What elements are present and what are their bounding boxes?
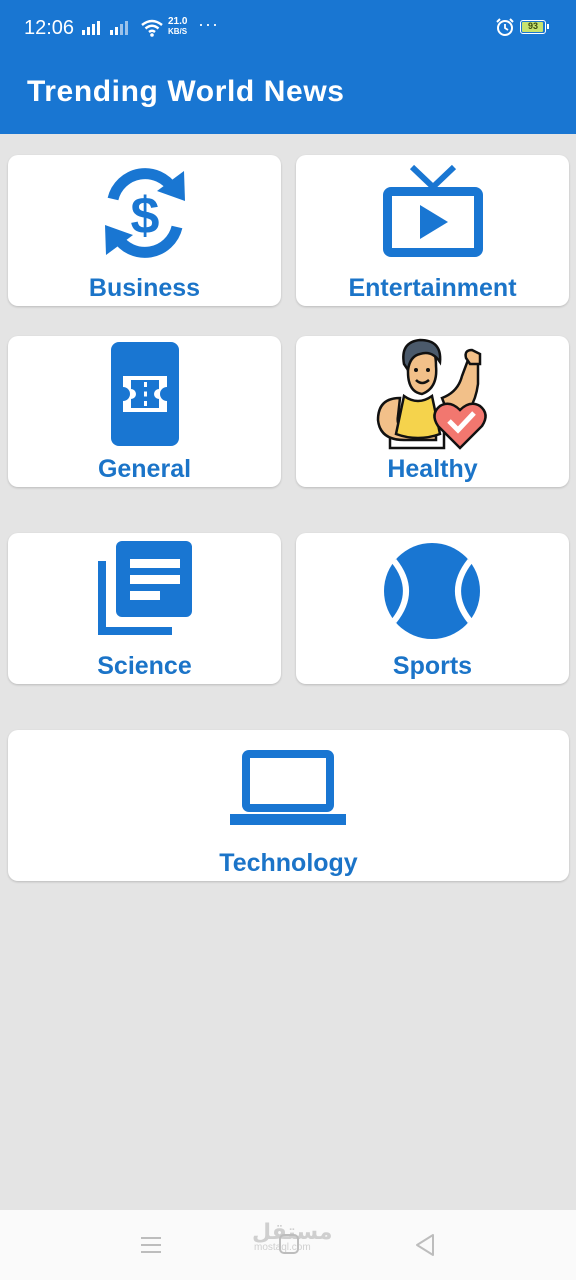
category-card-entertainment[interactable]: Entertainment — [296, 155, 569, 306]
menu-icon[interactable] — [140, 1235, 162, 1255]
category-label: Business — [88, 274, 201, 302]
tennis-ball-icon — [384, 543, 480, 639]
app-bar: Trending World News — [0, 58, 576, 134]
library-books-icon — [98, 541, 192, 635]
category-card-sports[interactable]: Sports — [296, 533, 569, 684]
category-card-technology[interactable]: Technology — [8, 730, 569, 881]
category-label: Technology — [219, 849, 358, 877]
category-card-healthy[interactable]: Healthy — [296, 336, 569, 487]
more-indicator: ··· — [198, 14, 219, 34]
wifi-icon — [141, 19, 163, 37]
back-icon[interactable] — [414, 1233, 436, 1257]
category-label: Entertainment — [348, 274, 517, 302]
fitness-person-icon — [376, 338, 487, 450]
status-time: 12:06 — [24, 17, 75, 39]
category-card-general[interactable]: General — [8, 336, 281, 487]
ticket-phone-icon — [111, 342, 179, 446]
category-card-business[interactable]: $ Business — [8, 155, 281, 306]
network-speed-value: 21.0 — [168, 16, 188, 27]
laptop-icon — [230, 750, 346, 825]
battery-level: 93 — [527, 21, 538, 31]
category-label: Healthy — [387, 455, 478, 483]
signal-icon — [82, 21, 128, 35]
tv-icon — [383, 164, 483, 257]
currency-exchange-icon: $ — [105, 168, 185, 258]
status-bar: 12:06 21.0 KB/S ··· 93 — [0, 0, 576, 58]
category-label: Sports — [392, 652, 473, 680]
network-speed-unit: KB/S — [168, 27, 188, 36]
svg-text:$: $ — [131, 187, 160, 245]
category-label: Science — [97, 652, 192, 680]
page-title: Trending World News — [27, 75, 345, 108]
category-card-science[interactable]: Science — [8, 533, 281, 684]
alarm-icon — [496, 18, 514, 36]
home-icon[interactable] — [278, 1233, 300, 1255]
battery-icon: 93 — [520, 20, 549, 34]
category-label: General — [97, 455, 192, 483]
network-speed: 21.0 KB/S — [168, 17, 187, 37]
